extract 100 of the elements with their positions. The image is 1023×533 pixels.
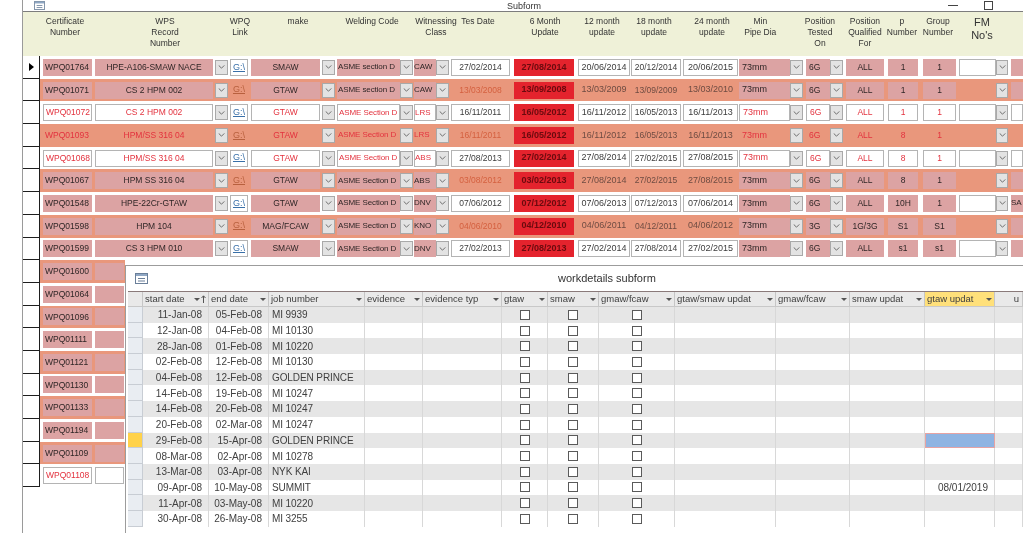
dropdown-button[interactable] <box>322 173 335 189</box>
certificate-number-field[interactable]: WPQ01067 <box>43 172 92 190</box>
position-tested-field[interactable]: 3G <box>806 217 830 235</box>
record-selector[interactable] <box>23 192 40 215</box>
dropdown-button[interactable] <box>436 195 449 211</box>
certificate-number-field[interactable]: WPQ01108 <box>43 467 92 485</box>
dropdown-button[interactable] <box>790 127 803 143</box>
dropdown-button[interactable] <box>400 82 413 98</box>
position-qualified-field[interactable]: ALL <box>846 81 884 99</box>
column-header[interactable]: gmaw/fcaw <box>599 292 675 306</box>
certificate-number-field[interactable]: WPQ01096 <box>43 308 92 326</box>
twelve-month-update-field[interactable]: 27/08/2014 <box>578 149 630 167</box>
test-date-field[interactable]: 27/02/2013 <box>451 240 510 258</box>
checkbox[interactable] <box>519 435 530 446</box>
active-cell[interactable] <box>925 432 995 449</box>
checkbox[interactable] <box>519 403 530 414</box>
dropdown-button[interactable] <box>790 173 803 189</box>
checkbox[interactable] <box>519 372 530 383</box>
position-qualified-field[interactable]: ALL <box>846 172 884 190</box>
group-number-field[interactable]: 1 <box>923 58 956 76</box>
welding-code-field[interactable]: ASME Section D <box>337 104 400 122</box>
checkbox[interactable] <box>631 341 642 352</box>
dropdown-button[interactable] <box>996 241 1008 257</box>
certificate-number-field[interactable]: WPQ01600 <box>43 263 92 281</box>
dropdown-button[interactable] <box>400 173 413 189</box>
position-qualified-field[interactable]: ALL <box>846 58 884 76</box>
witnessing-class-field[interactable]: CAW <box>414 81 436 99</box>
dropdown-button[interactable] <box>322 127 335 143</box>
wpq-link[interactable]: G:\ <box>230 58 248 76</box>
checkbox[interactable] <box>568 372 578 383</box>
dropdown-button[interactable] <box>322 241 335 257</box>
checkbox[interactable] <box>568 419 578 430</box>
dropdown-button[interactable] <box>790 59 803 75</box>
wps-record-field[interactable] <box>95 285 124 303</box>
checkbox[interactable] <box>519 498 530 509</box>
checkbox[interactable] <box>631 372 642 383</box>
p-number-field[interactable]: 10H <box>888 194 918 212</box>
dropdown-button[interactable] <box>790 105 803 121</box>
dropdown-button[interactable] <box>830 82 843 98</box>
position-qualified-field[interactable]: ALL <box>846 104 884 122</box>
text-field[interactable] <box>1011 240 1023 258</box>
group-number-field[interactable]: 1 <box>923 104 956 122</box>
twenty-four-month-update-field[interactable]: 13/03/2010 <box>683 81 738 99</box>
min-pipe-dia-field[interactable]: 73mm <box>739 81 790 99</box>
min-pipe-dia-field[interactable]: 73mm <box>739 194 790 212</box>
text-field[interactable] <box>1011 149 1023 167</box>
dropdown-button[interactable] <box>322 195 335 211</box>
column-header[interactable]: start date <box>143 292 209 306</box>
welding-code-field[interactable]: ASME Section D <box>337 172 400 190</box>
dropdown-button[interactable] <box>215 150 228 166</box>
make-field[interactable]: SMAW <box>251 58 320 76</box>
group-number-field[interactable]: 1 <box>923 149 956 167</box>
checkbox[interactable] <box>519 325 530 336</box>
dropdown-button[interactable] <box>215 82 228 98</box>
maximize-button[interactable] <box>982 0 994 11</box>
dropdown-button[interactable] <box>215 195 228 211</box>
dropdown-button[interactable] <box>322 105 335 121</box>
fm-number-field[interactable] <box>959 58 996 76</box>
position-qualified-field[interactable]: ALL <box>846 240 884 258</box>
dropdown-button[interactable] <box>996 218 1008 234</box>
record-selector[interactable] <box>23 305 40 329</box>
position-tested-field[interactable]: 6G <box>806 81 830 99</box>
checkbox[interactable] <box>519 419 530 430</box>
witnessing-class-field[interactable]: DNV <box>414 240 436 258</box>
witnessing-class-field[interactable]: ABS <box>414 149 436 167</box>
wps-record-field[interactable] <box>95 444 124 462</box>
wps-record-field[interactable] <box>95 467 124 485</box>
group-number-field[interactable]: S1 <box>923 217 956 235</box>
dropdown-button[interactable] <box>436 105 449 121</box>
dropdown-button[interactable] <box>400 105 413 121</box>
fm-number-field[interactable] <box>959 104 996 122</box>
checkbox[interactable] <box>568 498 578 509</box>
checkbox[interactable] <box>568 435 578 446</box>
record-selector[interactable] <box>23 101 40 125</box>
dropdown-button[interactable] <box>790 150 803 166</box>
column-header[interactable]: smaw <box>548 292 599 306</box>
text-field[interactable] <box>1011 172 1023 190</box>
twenty-four-month-update-field[interactable]: 07/06/2014 <box>683 194 738 212</box>
twelve-month-update-field[interactable]: 27/08/2014 <box>578 172 630 190</box>
twelve-month-update-field[interactable]: 20/06/2014 <box>578 58 630 76</box>
certificate-number-field[interactable]: WPQ01064 <box>43 285 92 303</box>
column-header[interactable]: job number <box>269 292 365 306</box>
test-date-field[interactable]: 27/02/2014 <box>451 58 510 76</box>
witnessing-class-field[interactable]: ABS <box>414 172 436 190</box>
make-field[interactable]: GTAW <box>251 172 320 190</box>
checkbox[interactable] <box>631 403 642 414</box>
text-field[interactable] <box>1011 81 1023 99</box>
position-qualified-field[interactable]: 1G/3G <box>846 217 884 235</box>
twenty-four-month-update-field[interactable]: 27/02/2015 <box>683 240 738 258</box>
wpq-link[interactable]: G:\ <box>230 194 248 212</box>
text-field[interactable] <box>1011 217 1023 235</box>
witnessing-class-field[interactable]: DNV <box>414 194 436 212</box>
twenty-four-month-update-field[interactable]: 16/11/2013 <box>683 126 738 144</box>
wps-record-field[interactable] <box>95 399 124 417</box>
make-field[interactable]: GTAW <box>251 104 320 122</box>
column-header[interactable]: evidence typ <box>423 292 502 306</box>
text-field[interactable] <box>1011 58 1023 76</box>
dropdown-button[interactable] <box>400 195 413 211</box>
position-tested-field[interactable]: 6G <box>806 104 830 122</box>
checkbox[interactable] <box>519 466 530 477</box>
